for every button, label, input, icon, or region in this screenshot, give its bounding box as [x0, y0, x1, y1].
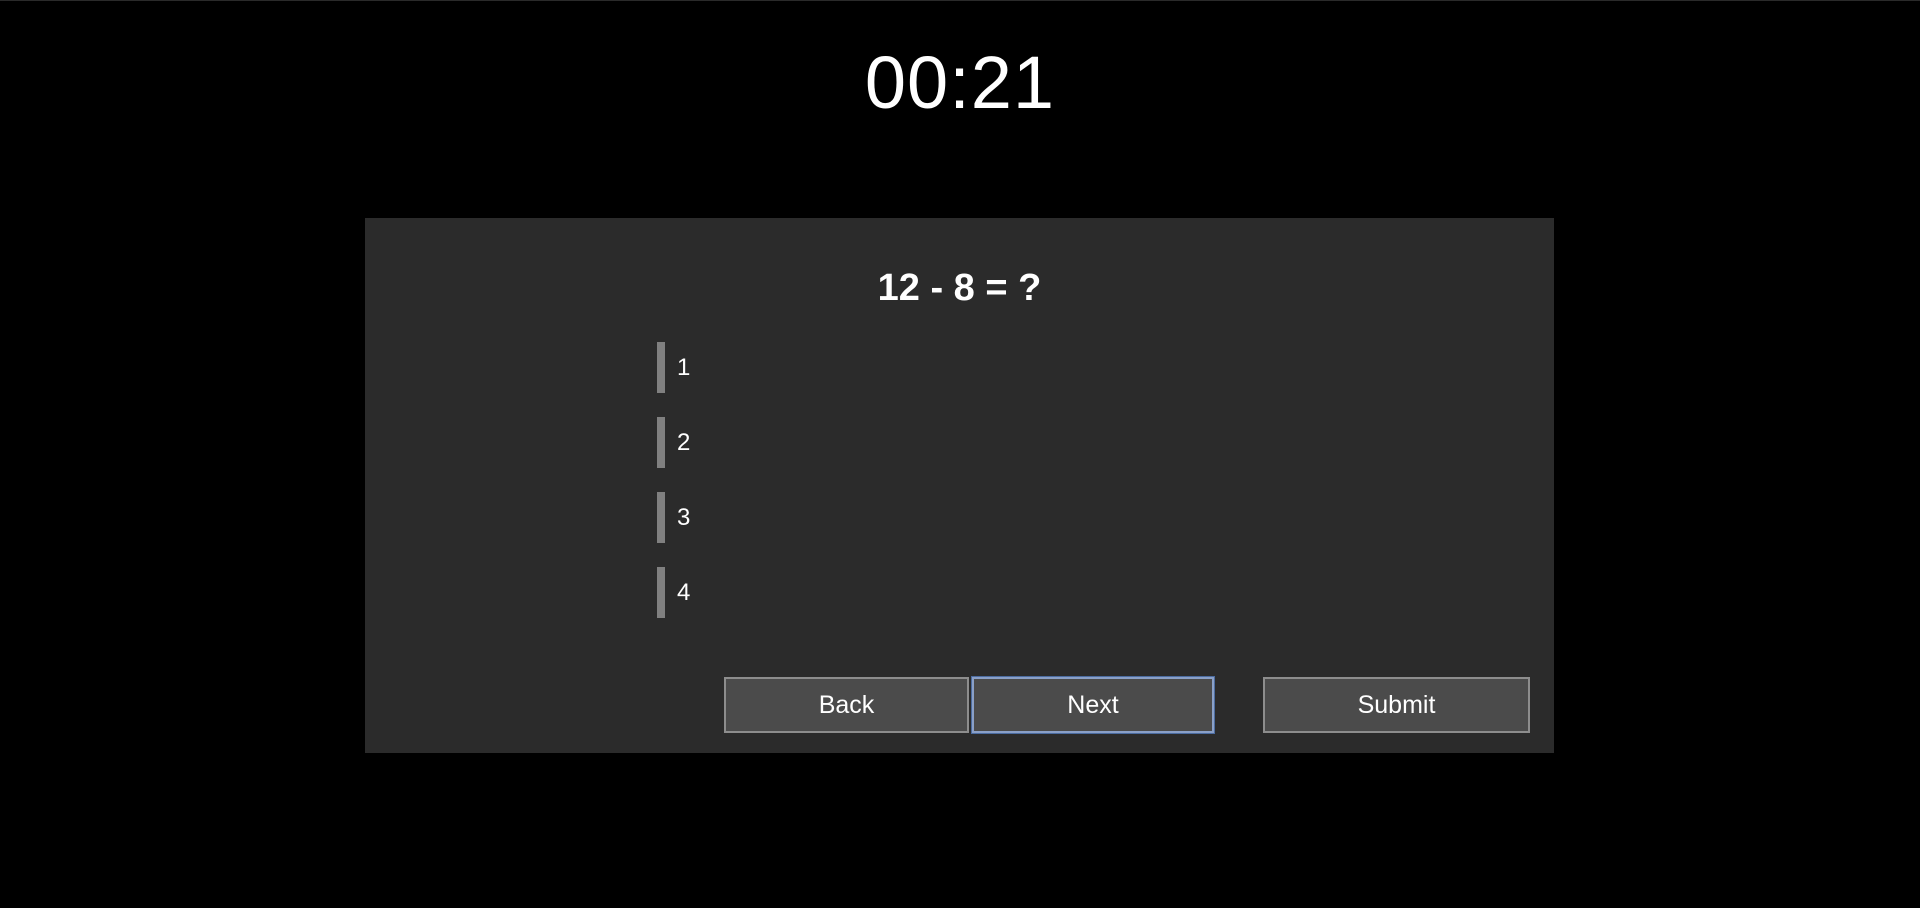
submit-button[interactable]: Submit	[1263, 677, 1530, 733]
answer-marker	[657, 492, 665, 543]
answer-option-1[interactable]: 1	[657, 342, 1257, 393]
answer-option-2[interactable]: 2	[657, 417, 1257, 468]
answer-label: 4	[677, 578, 691, 606]
question-text: 12 - 8 = ?	[877, 267, 1042, 309]
quiz-panel: 12 - 8 = ? 1 2 3 4 Back Next Submit	[365, 218, 1554, 753]
answer-option-3[interactable]: 3	[657, 492, 1257, 543]
answer-marker	[657, 417, 665, 468]
answer-list: 1 2 3 4	[657, 342, 1257, 642]
answer-option-4[interactable]: 4	[657, 567, 1257, 618]
answer-label: 3	[677, 503, 691, 531]
quiz-page: 00:21 12 - 8 = ? 1 2 3 4 Back Next Submi…	[0, 0, 1920, 908]
answer-label: 1	[677, 353, 691, 381]
back-button[interactable]: Back	[724, 677, 969, 733]
answer-marker	[657, 567, 665, 618]
answer-label: 2	[677, 428, 691, 456]
next-button[interactable]: Next	[971, 676, 1215, 734]
answer-marker	[657, 342, 665, 393]
countdown-timer: 00:21	[864, 41, 1056, 124]
